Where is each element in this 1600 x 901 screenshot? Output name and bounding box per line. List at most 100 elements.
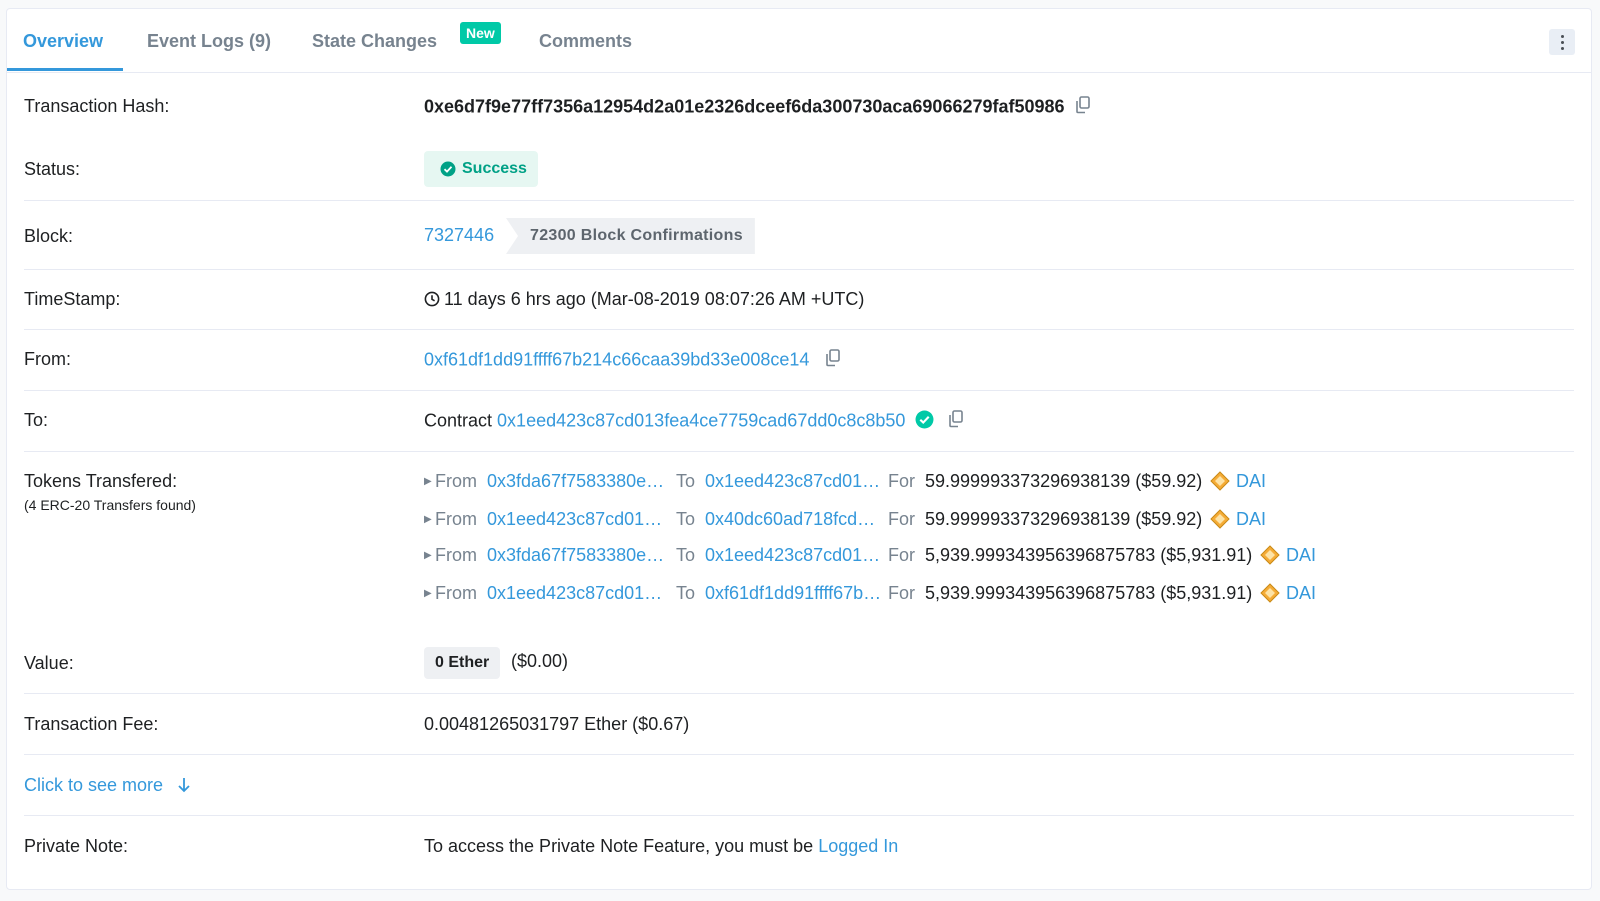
new-badge: New bbox=[460, 22, 501, 44]
caret-right-icon[interactable]: ▶ bbox=[424, 476, 432, 487]
for-word: For bbox=[888, 583, 915, 603]
to-word: To bbox=[676, 471, 696, 491]
for-word: For bbox=[888, 545, 915, 565]
logged-in-link[interactable]: Logged In bbox=[818, 836, 898, 856]
from-word: From bbox=[435, 509, 477, 529]
divider bbox=[24, 390, 1574, 391]
token-link[interactable]: DAI bbox=[1286, 545, 1316, 566]
transfer-amount: 5,939.999343956396875783 ($5,931.91) bbox=[925, 583, 1253, 603]
block-number-link[interactable]: 7327446 bbox=[424, 225, 494, 246]
to-value: Contract 0x1eed423c87cd013fea4ce7759cad6… bbox=[424, 410, 964, 433]
private-note-text: To access the Private Note Feature, you … bbox=[424, 836, 899, 856]
divider bbox=[24, 200, 1574, 201]
row-private-note: Private Note: To access the Private Note… bbox=[24, 836, 1574, 860]
block-confirmations-badge: 72300 Block Confirmations bbox=[506, 218, 755, 254]
row-timestamp: TimeStamp: 11 days 6 hrs ago (Mar-08-201… bbox=[24, 289, 1574, 313]
copy-icon[interactable] bbox=[825, 349, 841, 372]
divider bbox=[24, 329, 1574, 330]
private-note-label: Private Note: bbox=[24, 836, 129, 856]
divider bbox=[24, 754, 1574, 755]
tab-overview[interactable]: Overview bbox=[23, 9, 103, 72]
transfer-to-link[interactable]: 0x40dc60ad718fcd… bbox=[705, 509, 875, 530]
tokens-transferred-count: (4 ERC-20 Transfers found) bbox=[24, 497, 196, 513]
row-from: From: 0xf61df1dd91ffff67b214c66caa39bd33… bbox=[24, 349, 1574, 373]
caret-right-icon[interactable]: ▶ bbox=[424, 550, 432, 561]
transaction-fee-label: Transaction Fee: bbox=[24, 714, 159, 734]
divider bbox=[24, 815, 1574, 816]
for-word: For bbox=[888, 471, 915, 491]
check-circle-icon bbox=[440, 161, 456, 177]
value-usd: ($0.00) bbox=[511, 651, 569, 671]
divider bbox=[24, 451, 1574, 452]
row-see-more: Click to see more bbox=[24, 775, 1574, 799]
row-value: Value: 0 Ether ($0.00) bbox=[24, 647, 1574, 679]
row-tokens-transferred: Tokens Transfered: (4 ERC-20 Transfers f… bbox=[24, 471, 1574, 621]
more-options-button[interactable] bbox=[1549, 29, 1575, 55]
transfer-amount: 59.999993373296938139 ($59.92) bbox=[925, 471, 1203, 491]
row-transaction-hash: Transaction Hash: 0xe6d7f9e77ff7356a1295… bbox=[24, 96, 1574, 120]
row-to: To: Contract 0x1eed423c87cd013fea4ce7759… bbox=[24, 410, 1574, 434]
transfer-amount: 59.999993373296938139 ($59.92) bbox=[925, 509, 1203, 529]
transfer-amount: 5,939.999343956396875783 ($5,931.91) bbox=[925, 545, 1253, 565]
from-word: From bbox=[435, 545, 477, 565]
token-link[interactable]: DAI bbox=[1236, 471, 1266, 492]
transfer-from-link[interactable]: 0x1eed423c87cd01… bbox=[487, 583, 662, 604]
active-tab-indicator bbox=[7, 68, 123, 71]
tokens-transferred-label: Tokens Transfered: bbox=[24, 471, 178, 491]
transfer-from-link[interactable]: 0x3fda67f7583380e… bbox=[487, 545, 664, 566]
dai-token-icon bbox=[1260, 545, 1280, 570]
block-label: Block: bbox=[24, 226, 74, 246]
transfer-to-link[interactable]: 0x1eed423c87cd01… bbox=[705, 471, 880, 492]
value-label: Value: bbox=[24, 653, 74, 673]
divider bbox=[24, 269, 1574, 270]
transfer-to-link[interactable]: 0xf61df1dd91ffff67b… bbox=[705, 583, 881, 604]
to-label: To: bbox=[24, 410, 49, 430]
caret-right-icon[interactable]: ▶ bbox=[424, 514, 432, 525]
row-transaction-fee: Transaction Fee: 0.00481265031797 Ether … bbox=[24, 714, 1574, 738]
row-status: Status: Success bbox=[24, 151, 1574, 187]
tab-state-changes[interactable]: State Changes bbox=[312, 9, 437, 72]
transfer-from-link[interactable]: 0x1eed423c87cd01… bbox=[487, 509, 662, 530]
arrow-down-icon bbox=[178, 778, 190, 793]
transfer-from-link[interactable]: 0x3fda67f7583380e… bbox=[487, 471, 664, 492]
divider bbox=[24, 693, 1574, 694]
from-word: From bbox=[435, 471, 477, 491]
tab-comments[interactable]: Comments bbox=[539, 9, 632, 72]
status-badge: Success bbox=[424, 151, 538, 187]
copy-icon[interactable] bbox=[948, 410, 964, 433]
transaction-card: Overview Event Logs (9) State Changes Ne… bbox=[6, 8, 1592, 890]
for-word: For bbox=[888, 509, 915, 529]
transaction-hash-label: Transaction Hash: bbox=[24, 96, 170, 116]
from-address-link[interactable]: 0xf61df1dd91ffff67b214c66caa39bd33e008ce… bbox=[424, 349, 809, 369]
to-word: To bbox=[676, 583, 696, 603]
status-label: Status: bbox=[24, 159, 81, 179]
transaction-hash-value: 0xe6d7f9e77ff7356a12954d2a01e2326dceef6d… bbox=[424, 96, 1091, 119]
token-link[interactable]: DAI bbox=[1286, 583, 1316, 604]
timestamp-label: TimeStamp: bbox=[24, 289, 121, 309]
row-block: Block: 7327446 72300 Block Confirmations bbox=[24, 218, 1574, 254]
caret-right-icon[interactable]: ▶ bbox=[424, 588, 432, 599]
clock-icon bbox=[424, 291, 440, 307]
status-text: Success bbox=[462, 160, 527, 177]
dai-token-icon bbox=[1260, 583, 1280, 608]
dai-token-icon bbox=[1210, 471, 1230, 496]
contract-prefix: Contract bbox=[424, 410, 493, 431]
to-address-link[interactable]: 0x1eed423c87cd013fea4ce7759cad67dd0c8c8b… bbox=[497, 410, 905, 430]
token-link[interactable]: DAI bbox=[1236, 509, 1266, 530]
see-more-link[interactable]: Click to see more bbox=[24, 775, 191, 796]
copy-icon[interactable] bbox=[1075, 96, 1091, 119]
kebab-icon bbox=[1560, 33, 1564, 51]
tab-event-logs[interactable]: Event Logs (9) bbox=[147, 9, 271, 72]
from-label: From: bbox=[24, 349, 71, 369]
transfer-to-link[interactable]: 0x1eed423c87cd01… bbox=[705, 545, 880, 566]
to-word: To bbox=[676, 545, 696, 565]
timestamp-value: 11 days 6 hrs ago (Mar-08-2019 08:07:26 … bbox=[424, 289, 864, 310]
to-word: To bbox=[676, 509, 696, 529]
from-word: From bbox=[435, 583, 477, 603]
from-value: 0xf61df1dd91ffff67b214c66caa39bd33e008ce… bbox=[424, 349, 841, 372]
verified-icon bbox=[915, 410, 934, 429]
transaction-fee-value: 0.00481265031797 Ether ($0.67) bbox=[424, 714, 690, 734]
tab-bar: Overview Event Logs (9) State Changes Ne… bbox=[7, 9, 1591, 73]
dai-token-icon bbox=[1210, 509, 1230, 534]
value-ether-badge: 0 Ether bbox=[424, 647, 501, 679]
